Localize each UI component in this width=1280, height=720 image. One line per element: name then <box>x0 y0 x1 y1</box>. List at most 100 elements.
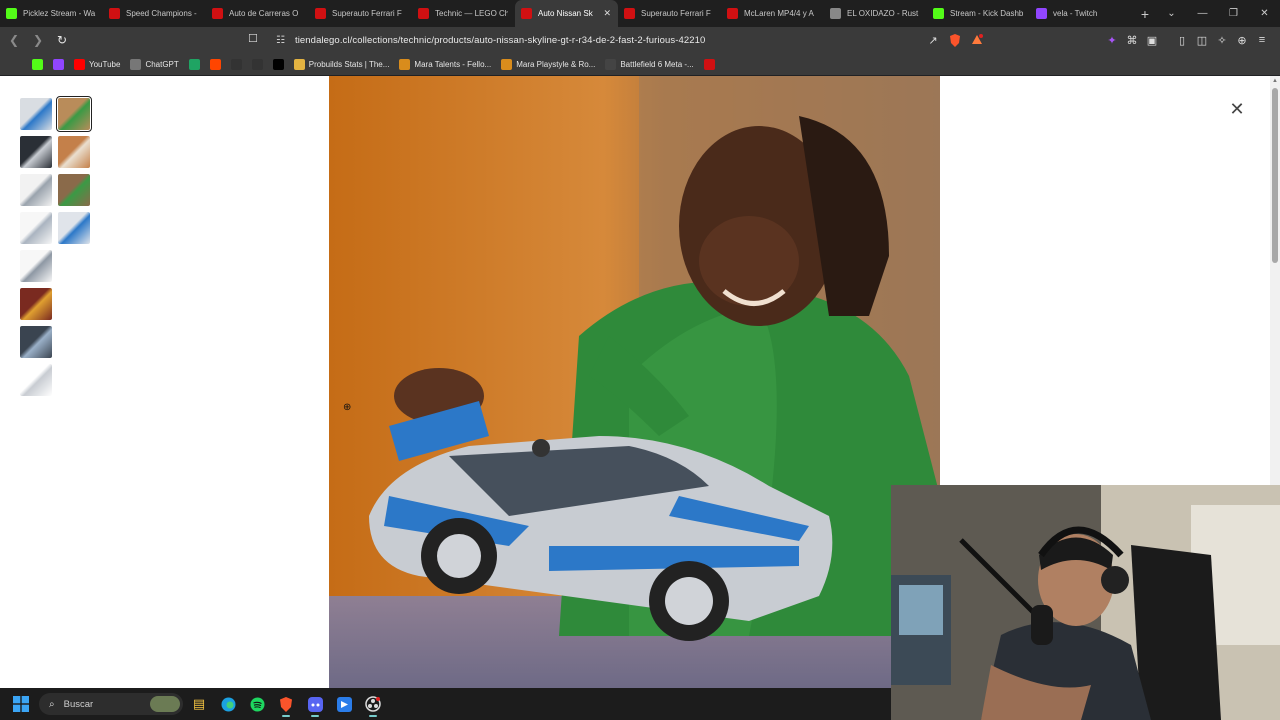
brave-shields-icon[interactable] <box>944 30 966 50</box>
edge-icon[interactable] <box>215 691 241 717</box>
apps-icon <box>11 58 22 70</box>
lego-icon <box>315 8 326 19</box>
forward-button[interactable]: ❯ <box>28 30 48 50</box>
restore-button[interactable]: ❐ <box>1218 0 1249 27</box>
windows-logo-icon <box>13 696 29 712</box>
bookmark-item[interactable] <box>268 55 289 73</box>
product-thumbnail[interactable] <box>58 212 90 244</box>
tab-title: Picklez Stream - Wa <box>23 9 96 18</box>
product-thumbnail[interactable] <box>20 288 52 320</box>
product-main-image[interactable] <box>329 76 940 688</box>
tab[interactable]: Stream - Kick Dashb <box>927 0 1030 27</box>
bookmark-item[interactable] <box>184 55 205 73</box>
bookmark-item[interactable]: Probuilds Stats | The... <box>289 55 395 73</box>
bookmark-item[interactable]: ChatGPT <box>125 55 183 73</box>
bookmark-item[interactable]: Mara Talents - Fello... <box>394 55 496 73</box>
product-thumbnail[interactable] <box>58 136 90 168</box>
bookmark-item[interactable] <box>205 55 226 73</box>
window-controls: ⌄ — ❐ ✕ <box>1156 0 1280 27</box>
tab[interactable]: Technic — LEGO Ch <box>412 0 515 27</box>
obs-icon[interactable] <box>360 691 386 717</box>
tab[interactable]: Speed Champions - <box>103 0 206 27</box>
scroll-up-arrow-icon[interactable]: ▲ <box>1271 78 1279 86</box>
discord-icon[interactable] <box>302 691 328 717</box>
mara-icon <box>399 58 411 70</box>
product-thumbnail[interactable] <box>20 98 52 130</box>
bookmark-item[interactable] <box>699 55 720 73</box>
bookmark-item[interactable] <box>6 55 27 73</box>
tab[interactable]: Superauto Ferrari F <box>309 0 412 27</box>
start-button[interactable] <box>9 692 33 716</box>
tab[interactable]: vela - Twitch <box>1030 0 1133 27</box>
close-window-button[interactable]: ✕ <box>1249 0 1280 27</box>
reload-button[interactable]: ↻ <box>52 30 72 50</box>
chatgpt-icon <box>130 58 142 70</box>
split-view-icon[interactable]: ◫ <box>1192 30 1212 50</box>
tab-active[interactable]: Auto Nissan Sk ✕ <box>515 0 618 27</box>
globe-icon <box>830 8 841 19</box>
new-tab-button[interactable]: + <box>1133 0 1157 27</box>
bookmark-item[interactable]: YouTube <box>69 55 125 73</box>
file-explorer-icon[interactable]: ▤ <box>186 691 212 717</box>
kick-icon <box>6 8 17 19</box>
extensions-puzzle-icon[interactable]: ⌘ <box>1122 30 1142 50</box>
menu-icon[interactable]: ≡ <box>1252 30 1272 50</box>
product-thumbnail[interactable] <box>20 326 52 358</box>
lego-icon <box>521 8 532 19</box>
tab[interactable]: Picklez Stream - Wa <box>0 0 103 27</box>
product-thumbnail[interactable] <box>20 364 52 396</box>
share-icon[interactable]: ↗ <box>922 30 944 50</box>
browser-toolbar: ❮ ❯ ↻ ☐ ☷ tiendalego.cl/collections/tech… <box>0 27 1280 53</box>
lego-icon <box>624 8 635 19</box>
leo-ai-icon[interactable]: ✧ <box>1212 30 1232 50</box>
tab-list: Picklez Stream - Wa Speed Champions - Auto… <box>0 0 1133 27</box>
back-button[interactable]: ❮ <box>4 30 24 50</box>
twitch-icon <box>1036 8 1047 19</box>
address-bar[interactable]: ☷ tiendalego.cl/collections/technic/prod… <box>268 30 992 50</box>
bookmark-label: ChatGPT <box>145 59 179 69</box>
scrollbar-thumb[interactable] <box>1272 88 1278 263</box>
streaming-app-icon[interactable] <box>331 691 357 717</box>
bookmark-label: YouTube <box>89 59 121 69</box>
bookmark-item[interactable]: Mara Playstyle & Ro... <box>496 55 600 73</box>
lego-icon <box>212 8 223 19</box>
bookmark-item[interactable] <box>226 55 247 73</box>
minimize-button[interactable]: — <box>1187 0 1218 27</box>
site-info-icon[interactable]: ☷ <box>276 35 285 46</box>
sidebar-icon[interactable]: ▯ <box>1172 30 1192 50</box>
extension-icon[interactable]: ✦ <box>1102 30 1122 50</box>
tab-title: Technic — LEGO Ch <box>435 9 508 18</box>
brave-rewards-icon[interactable] <box>966 30 988 50</box>
address-bar-url: tiendalego.cl/collections/technic/produc… <box>294 34 706 46</box>
brave-browser-icon[interactable] <box>273 691 299 717</box>
wallet-icon[interactable]: ▣ <box>1142 30 1162 50</box>
product-thumbnail[interactable] <box>20 250 52 282</box>
product-thumbnail[interactable] <box>20 212 52 244</box>
bookmark-item[interactable] <box>247 55 268 73</box>
product-thumbnail[interactable] <box>20 136 52 168</box>
vpn-icon[interactable]: ⊕ <box>1232 30 1252 50</box>
product-thumbnail[interactable] <box>20 174 52 206</box>
battlefield-icon <box>605 58 617 70</box>
tab[interactable]: McLaren MP4/4 y A <box>721 0 824 27</box>
spotify-icon[interactable] <box>244 691 270 717</box>
tab-title: EL OXIDAZO - Rust <box>847 9 919 18</box>
product-thumbnail[interactable] <box>58 174 90 206</box>
product-thumbnail[interactable] <box>56 96 92 132</box>
tab-title: Superauto Ferrari F <box>641 9 711 18</box>
windows-taskbar: ⌕ Buscar ▤ <box>0 688 891 720</box>
webcam-overlay <box>891 485 1280 720</box>
tab-title: vela - Twitch <box>1053 9 1098 18</box>
tab[interactable]: Auto de Carreras O <box>206 0 309 27</box>
close-lightbox-button[interactable]: ✕ <box>1226 98 1248 120</box>
tab-search-icon[interactable]: ⌄ <box>1156 0 1187 27</box>
bookmark-item[interactable] <box>48 55 69 73</box>
close-tab-icon[interactable]: ✕ <box>603 8 611 19</box>
bookmark-item[interactable] <box>27 55 48 73</box>
tab[interactable]: EL OXIDAZO - Rust <box>824 0 927 27</box>
bookmark-item[interactable]: Battlefield 6 Meta -... <box>600 55 698 73</box>
bookmark-page-icon[interactable]: ☐ <box>248 32 258 45</box>
bookmarks-bar: YouTube ChatGPT Probuilds Stats | The... Ma… <box>0 53 1280 75</box>
taskbar-search-box[interactable]: ⌕ Buscar <box>39 693 183 715</box>
tab[interactable]: Superauto Ferrari F <box>618 0 721 27</box>
